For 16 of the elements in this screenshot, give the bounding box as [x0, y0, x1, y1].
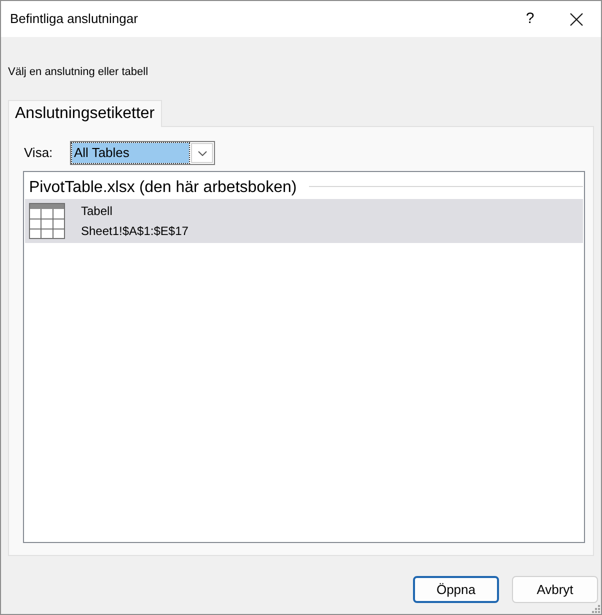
connection-range: Sheet1!$A$1:$E$17: [81, 224, 188, 238]
group-heading: PivotTable.xlsx (den här arbetsboken): [29, 178, 297, 198]
help-button[interactable]: ?: [507, 1, 553, 37]
view-dropdown[interactable]: All Tables: [70, 141, 215, 165]
connection-item[interactable]: Tabell Sheet1!$A$1:$E$17: [25, 199, 583, 243]
dialog-button[interactable]: Öppna: [413, 576, 499, 603]
filter-label: Visa:: [24, 145, 54, 161]
tab[interactable]: Anslutningsetiketter: [8, 100, 162, 127]
window-title: Befintliga anslutningar: [10, 11, 138, 27]
instruction-text: Välj en anslutning eller tabell: [8, 65, 150, 79]
resize-grip-icon[interactable]: [592, 605, 600, 613]
dialog-button[interactable]: Avbryt: [512, 576, 598, 603]
table-icon: [29, 203, 65, 239]
close-icon: [570, 12, 582, 26]
connection-name: Tabell: [81, 204, 114, 218]
caret-icon: [198, 150, 206, 156]
